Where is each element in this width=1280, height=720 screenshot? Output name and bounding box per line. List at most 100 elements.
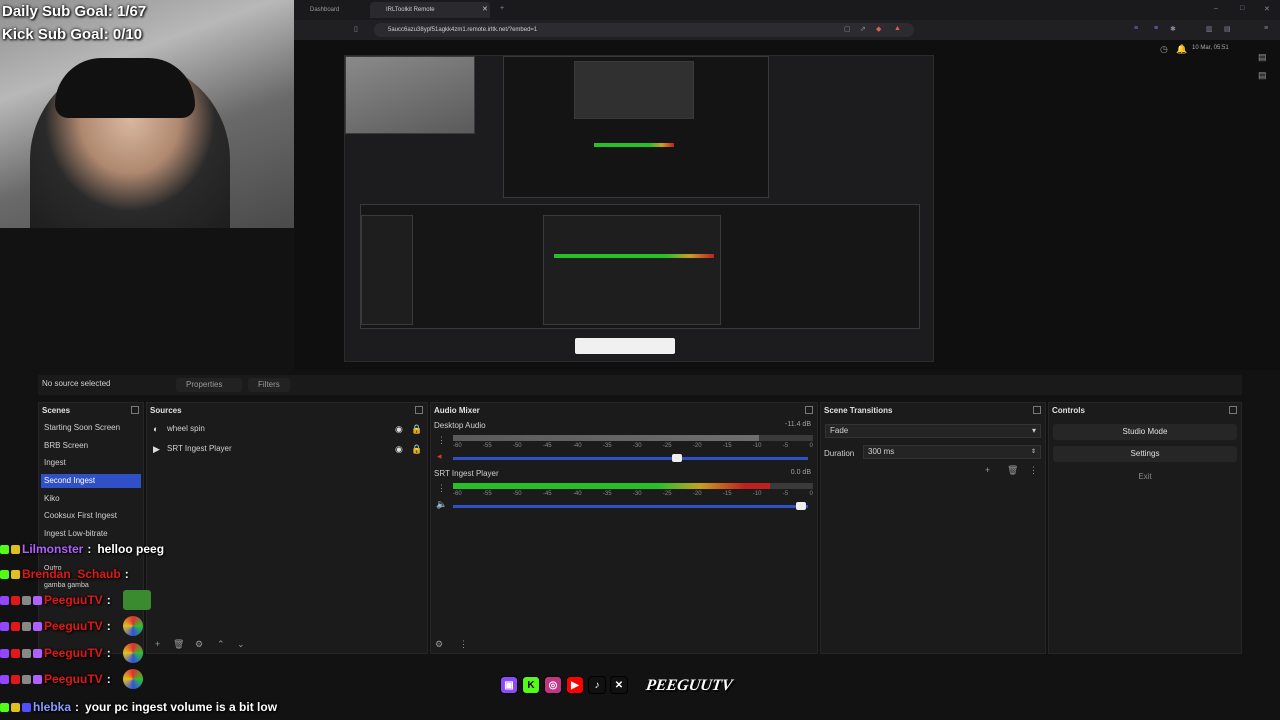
dock-float-icon[interactable] (415, 406, 423, 414)
properties-button[interactable]: Properties (176, 378, 242, 392)
advanced-audio-icon[interactable]: ⚙ (435, 639, 443, 650)
rewards-icon[interactable]: ▲ (894, 25, 901, 32)
chat-badge-icon (0, 544, 9, 554)
minimize-icon[interactable]: – (1214, 5, 1218, 12)
tick-label: -40 (572, 443, 582, 449)
remove-transition-icon[interactable]: 🗑 (1007, 465, 1018, 476)
scene-item[interactable]: Cooksux First Ingest (41, 509, 141, 523)
muted-speaker-icon[interactable]: ◂ (437, 451, 442, 462)
preview-brand-bar (575, 338, 675, 354)
instagram-icon: ◎ (544, 676, 562, 694)
share-icon[interactable]: ⇗ (860, 25, 866, 33)
page-action-icon[interactable]: ▢ (844, 25, 851, 33)
stepper-icon: ⇕ (1030, 449, 1036, 455)
chat-username: PeeguuTV (44, 619, 103, 633)
chat-message: hlebka : your pc ingest volume is a bit l… (0, 696, 277, 718)
exit-button[interactable]: Exit (1053, 469, 1237, 485)
volume-knob[interactable] (671, 454, 682, 462)
brave-shield-icon[interactable]: ◆ (876, 25, 881, 33)
chat-badge-icon (11, 621, 20, 631)
extensions-icon[interactable]: ✱ (1170, 25, 1176, 33)
bookmark-icon[interactable]: ▯ (354, 25, 358, 33)
close-tab-icon[interactable]: ✕ (482, 5, 488, 13)
sources-dock: Sources wheel spin ◐ ◉ 🔒 SRT Ingest Play… (146, 402, 428, 654)
chat-badge-icon (22, 674, 31, 684)
clock: 10 Mar, 05:51 (1192, 45, 1229, 51)
tick-label: -30 (632, 491, 642, 497)
tick-label: -25 (662, 491, 672, 497)
chat-username: PeeguuTV (44, 672, 103, 686)
duration-field[interactable]: 300 ms ⇕ (863, 445, 1041, 459)
chat-badge-icon (33, 648, 42, 658)
tab-dashboard[interactable]: Dashboard (294, 2, 354, 18)
maximize-icon[interactable]: □ (1240, 5, 1244, 12)
url-bar[interactable]: 5aucc6azu38ypf51agkk4zm1.remote.irltk.ne… (374, 23, 914, 37)
chat-badge-icon (0, 595, 9, 605)
add-transition-icon[interactable]: + (985, 465, 990, 475)
tick-label: -40 (572, 491, 582, 497)
remove-source-icon[interactable]: 🗑 (173, 639, 184, 650)
audio-menu-icon[interactable]: ⋮ (437, 435, 446, 446)
speaker-icon[interactable]: 🔈 (436, 499, 447, 510)
lock-icon[interactable]: 🔒 (411, 424, 422, 435)
extension-icon[interactable]: ≡ (1134, 25, 1138, 32)
settings-button[interactable]: Settings (1053, 446, 1237, 462)
srt-ingest-ticks: -60 -55 -50 -45 -40 -35 -30 -25 -20 -15 -10 -5 0 (453, 491, 813, 499)
lock-icon[interactable]: 🔒 (411, 444, 422, 455)
source-item[interactable]: wheel spin (149, 422, 419, 436)
srt-ingest-volume-slider[interactable] (453, 502, 808, 510)
source-item[interactable]: SRT Ingest Player (149, 442, 419, 456)
audio-mixer-dock: Audio Mixer Desktop Audio -11.4 dB ⋮ -60… (430, 402, 818, 654)
transition-select[interactable]: Fade ▾ (825, 424, 1041, 438)
dock-float-icon[interactable] (1229, 406, 1237, 414)
desktop-audio-volume-slider[interactable] (453, 454, 808, 462)
move-up-icon[interactable]: ⌃ (217, 639, 225, 650)
chat-badge-icon (0, 674, 9, 684)
studio-mode-button[interactable]: Studio Mode (1053, 424, 1237, 440)
program-preview[interactable] (344, 55, 934, 362)
source-settings-icon[interactable]: ⚙ (195, 639, 203, 650)
mixer-menu-icon[interactable]: ⋮ (459, 639, 468, 650)
notification-bell-icon[interactable]: 🔔 (1176, 44, 1187, 55)
visibility-eye-icon[interactable]: ◉ (395, 424, 403, 435)
chat-text: your pc ingest volume is a bit low (85, 700, 278, 714)
close-window-icon[interactable]: ✕ (1264, 5, 1270, 13)
tab-irltoolkit-remote[interactable]: IRLToolkit Remote (370, 2, 490, 18)
dock-float-icon[interactable] (1033, 406, 1041, 414)
scene-item[interactable]: Ingest (41, 456, 141, 470)
dock-float-icon[interactable] (805, 406, 813, 414)
scene-item[interactable]: Starting Soon Screen (41, 421, 141, 435)
history-icon[interactable]: ◷ (1160, 44, 1168, 55)
audio-menu-icon[interactable]: ⋮ (437, 483, 446, 494)
nested-scenes (361, 215, 413, 325)
volume-knob[interactable] (795, 502, 806, 510)
chat-separator: : (75, 700, 80, 714)
dock-float-icon[interactable] (131, 406, 139, 414)
move-down-icon[interactable]: ⌄ (237, 639, 245, 650)
scene-item-selected[interactable]: Second Ingest (41, 474, 141, 488)
menu-icon[interactable]: ≡ (1264, 25, 1268, 32)
dock-menu-icon-2[interactable]: ▤ (1258, 70, 1267, 81)
properties-bar: No source selected Properties Filters (38, 375, 1242, 395)
add-source-icon[interactable]: + (155, 639, 160, 649)
nested-meter (594, 143, 674, 147)
tick-label: -20 (692, 491, 702, 497)
chat-badge-icon (22, 702, 31, 712)
scene-item[interactable]: BRB Screen (41, 439, 141, 453)
tick-label: -25 (662, 443, 672, 449)
chat-message: Brendan_Schaub : (0, 563, 135, 585)
scene-item[interactable]: Kiko (41, 492, 141, 506)
nested-meter-2 (554, 254, 714, 258)
transition-menu-icon[interactable]: ⋮ (1029, 465, 1038, 476)
preview-nested-screen (503, 56, 769, 198)
visibility-eye-icon[interactable]: ◉ (395, 444, 403, 455)
new-tab-icon[interactable]: + (500, 5, 504, 12)
filters-button[interactable]: Filters (248, 378, 290, 392)
brand-name: PEEGUUTV (644, 677, 734, 694)
dock-menu-icon[interactable]: ▤ (1258, 52, 1267, 63)
wallet-icon[interactable]: ▤ (1224, 25, 1231, 33)
x-icon: ✕ (610, 676, 628, 694)
extension-icon-2[interactable]: ≡ (1154, 25, 1158, 32)
scenes-title: Scenes (42, 406, 71, 415)
sidebar-icon[interactable]: ▥ (1206, 25, 1213, 33)
